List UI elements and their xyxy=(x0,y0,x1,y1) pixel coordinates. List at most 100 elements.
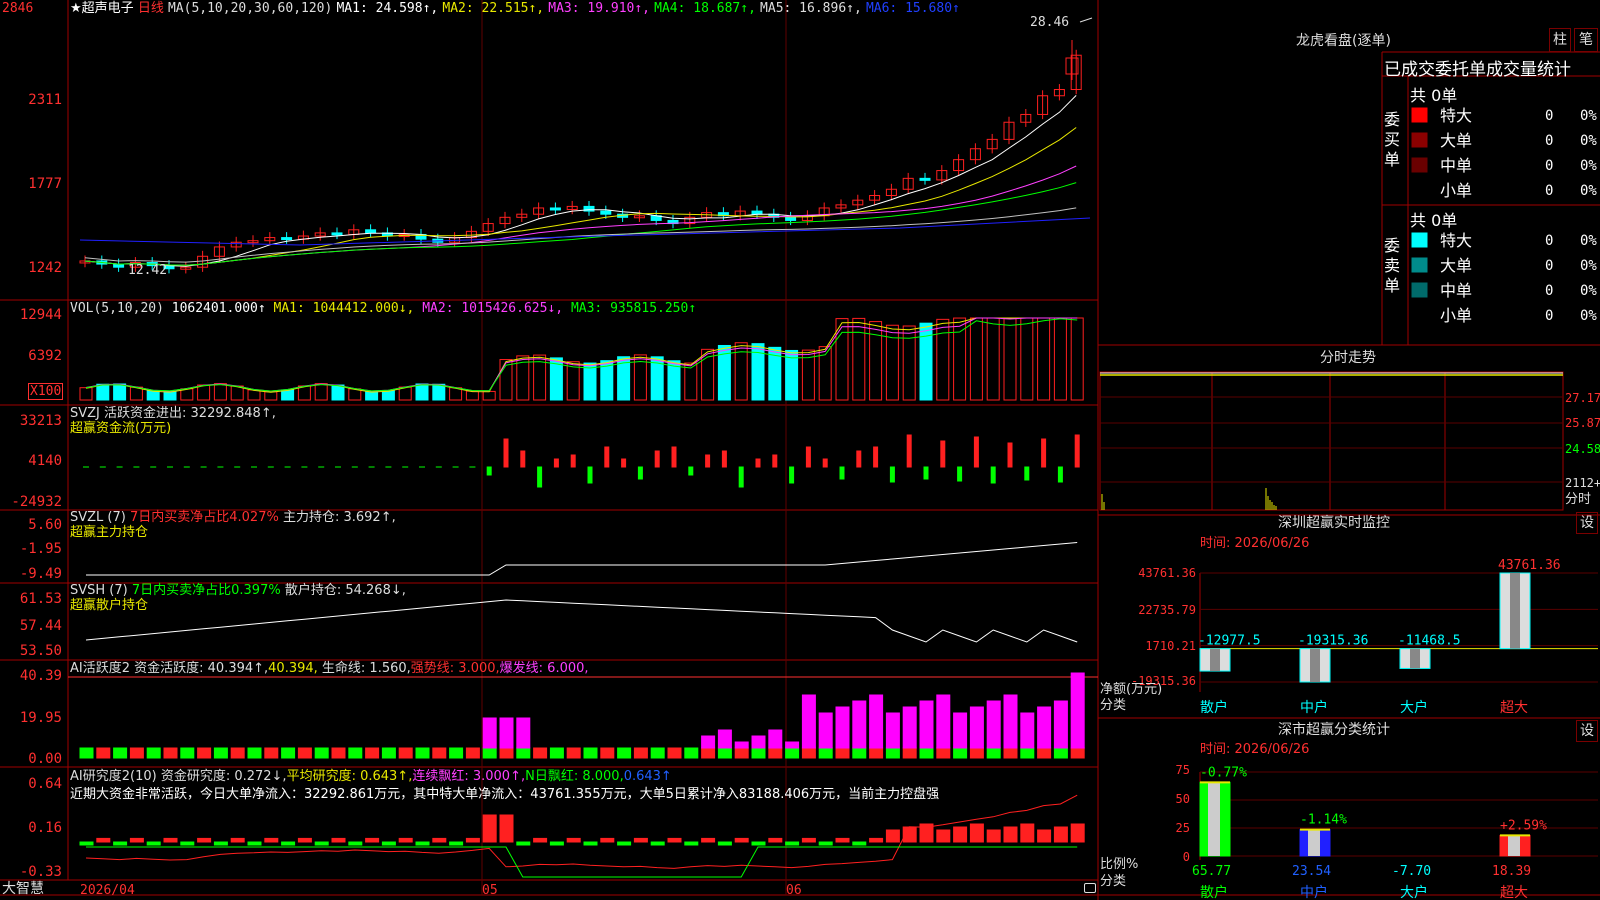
sz-monitor-time: 时间: 2026/06/26 xyxy=(1200,536,1310,551)
row-label: 大单 xyxy=(1440,256,1472,275)
stock-name[interactable]: 超声电子 xyxy=(82,1,134,16)
candle xyxy=(919,177,931,181)
y-tick: 5.60 xyxy=(28,517,62,533)
minute-y-tick: 25.87 xyxy=(1565,416,1600,430)
ai1-bar xyxy=(969,706,984,749)
vol-bar xyxy=(583,362,597,401)
vol-bar xyxy=(1003,317,1017,401)
ai1-base-bar xyxy=(953,747,968,759)
ai2-bar xyxy=(785,841,800,846)
vol-bar xyxy=(79,387,93,401)
ai1-bar xyxy=(751,735,766,749)
svzj-bar xyxy=(604,446,610,468)
ai1-base-bar xyxy=(331,747,346,759)
ai2-bar xyxy=(768,837,783,843)
vol-bar xyxy=(415,383,429,401)
sz-y-tick: 22735.79 xyxy=(1138,603,1196,617)
svzj-bar xyxy=(973,436,979,468)
svzj-bar xyxy=(688,466,694,476)
minute-chart-frame xyxy=(1099,371,1564,511)
svzj-bar xyxy=(822,458,828,468)
vol-value: 1062401.000↑ xyxy=(171,301,266,316)
ai1-base-bar xyxy=(902,747,917,759)
svzj-bar xyxy=(738,466,744,488)
y-tick: 61.53 xyxy=(19,591,62,607)
sz-stats-settings-button[interactable]: 设 xyxy=(1576,720,1598,742)
vol-unit-button[interactable]: X100 xyxy=(28,383,64,400)
ai1-base-bar xyxy=(398,747,413,759)
dragon-tab-title[interactable]: 已成交委托单成交量统计 xyxy=(1384,55,1571,80)
svzj-bar xyxy=(671,446,677,468)
legend-swatch xyxy=(1411,257,1428,273)
ai2-bar xyxy=(953,826,968,843)
ai1-base-bar xyxy=(566,747,581,759)
ai1-base-bar xyxy=(365,747,380,759)
ai1-base-bar xyxy=(180,747,195,759)
svzj-bar xyxy=(705,454,711,468)
ai1-bar xyxy=(801,694,816,749)
brand-label: 大智慧 xyxy=(2,881,44,897)
minute-y-tick: 27.17 xyxy=(1565,391,1600,405)
ai2-bar xyxy=(936,829,951,843)
sz-category-label: 散户 xyxy=(1200,699,1228,716)
ai1-base-bar xyxy=(197,747,212,759)
ai1-base-bar xyxy=(684,747,699,759)
sz-stats-time: 时间: 2026/06/26 xyxy=(1200,742,1310,757)
favorite-star-icon[interactable]: ★ xyxy=(70,1,82,16)
ai1-base-bar xyxy=(213,747,228,759)
ma-label: MA(5,10,20,30,60,120) xyxy=(167,1,333,16)
svsh-header: SVSH (7) 7日内买卖净占比0.397% 散户持仓: 54.268↓, xyxy=(70,583,406,598)
lock-icon[interactable] xyxy=(1084,883,1096,893)
stats-category-label: 中户 xyxy=(1300,884,1328,900)
row-count: 0 xyxy=(1545,133,1553,149)
ai2-bar xyxy=(449,841,464,846)
ai1-base-bar xyxy=(852,747,867,759)
y-tick: 33213 xyxy=(19,413,62,429)
ai2-bar xyxy=(281,841,296,846)
vol-bar xyxy=(146,390,160,401)
period-label[interactable]: 日线 xyxy=(138,1,164,16)
stats-ylabel: 比例% xyxy=(1100,857,1139,872)
stats-pct-label: 18.39 xyxy=(1492,864,1531,879)
sz-bar-shade xyxy=(1310,648,1320,682)
ma1-value: MA1: 24.598↑, xyxy=(336,1,439,16)
svzj-sub: 超赢资金流(万元) xyxy=(70,421,172,436)
bar-mode-button[interactable]: 柱 xyxy=(1549,28,1571,52)
row-label: 小单 xyxy=(1440,306,1472,325)
main-title-bar: ★超声电子 日线 MA(5,10,20,30,60,120) MA1: 24.5… xyxy=(70,1,960,16)
y-tick: 57.44 xyxy=(19,618,62,634)
svzl-ratio: 7日内买卖净占比4.027% xyxy=(129,510,279,525)
ai1-base-bar xyxy=(381,747,396,759)
vol-bar xyxy=(113,383,127,401)
sz-bar-shade xyxy=(1210,648,1220,672)
ai2-bar xyxy=(465,837,480,843)
ma5-value: MA5: 16.896↑, xyxy=(760,1,862,16)
svzl-label: SVZL (7) xyxy=(70,510,130,525)
vol-header: VOL(5,10,20) 1062401.000↑ MA1: 1044412.0… xyxy=(70,301,696,316)
ai2-bar xyxy=(986,829,1001,843)
ai2-bar xyxy=(432,837,447,843)
ai1-base-bar xyxy=(499,747,514,759)
pen-mode-button[interactable]: 笔 xyxy=(1574,28,1598,52)
y-top-label: 2846 xyxy=(2,1,34,16)
ai1-base-bar xyxy=(969,747,984,759)
ai2-bar xyxy=(415,841,430,846)
svzj-bar xyxy=(1074,434,1080,468)
stats-bar-shade xyxy=(1208,782,1220,856)
sz-monitor-settings-button[interactable]: 设 xyxy=(1576,512,1598,534)
vol-bar xyxy=(213,383,227,401)
candle xyxy=(281,237,293,241)
svsh-hold: 散户持仓: 54.268↓, xyxy=(280,583,406,598)
svzj-bar xyxy=(621,458,627,468)
ai1-bar xyxy=(717,729,732,749)
ai1-base-bar xyxy=(348,747,363,759)
ai2-bar xyxy=(583,841,598,846)
vol-bar xyxy=(365,391,379,401)
ai2-avg: 平均研究度: 0.643↑, xyxy=(286,769,413,784)
vol-label: VOL(5,10,20) xyxy=(70,301,164,316)
svzj-bar xyxy=(654,450,660,468)
ai2-bar xyxy=(869,837,884,843)
ai2-green-line xyxy=(86,846,1078,878)
y-tick: -9.49 xyxy=(19,566,62,582)
svzj-bar xyxy=(503,438,509,468)
